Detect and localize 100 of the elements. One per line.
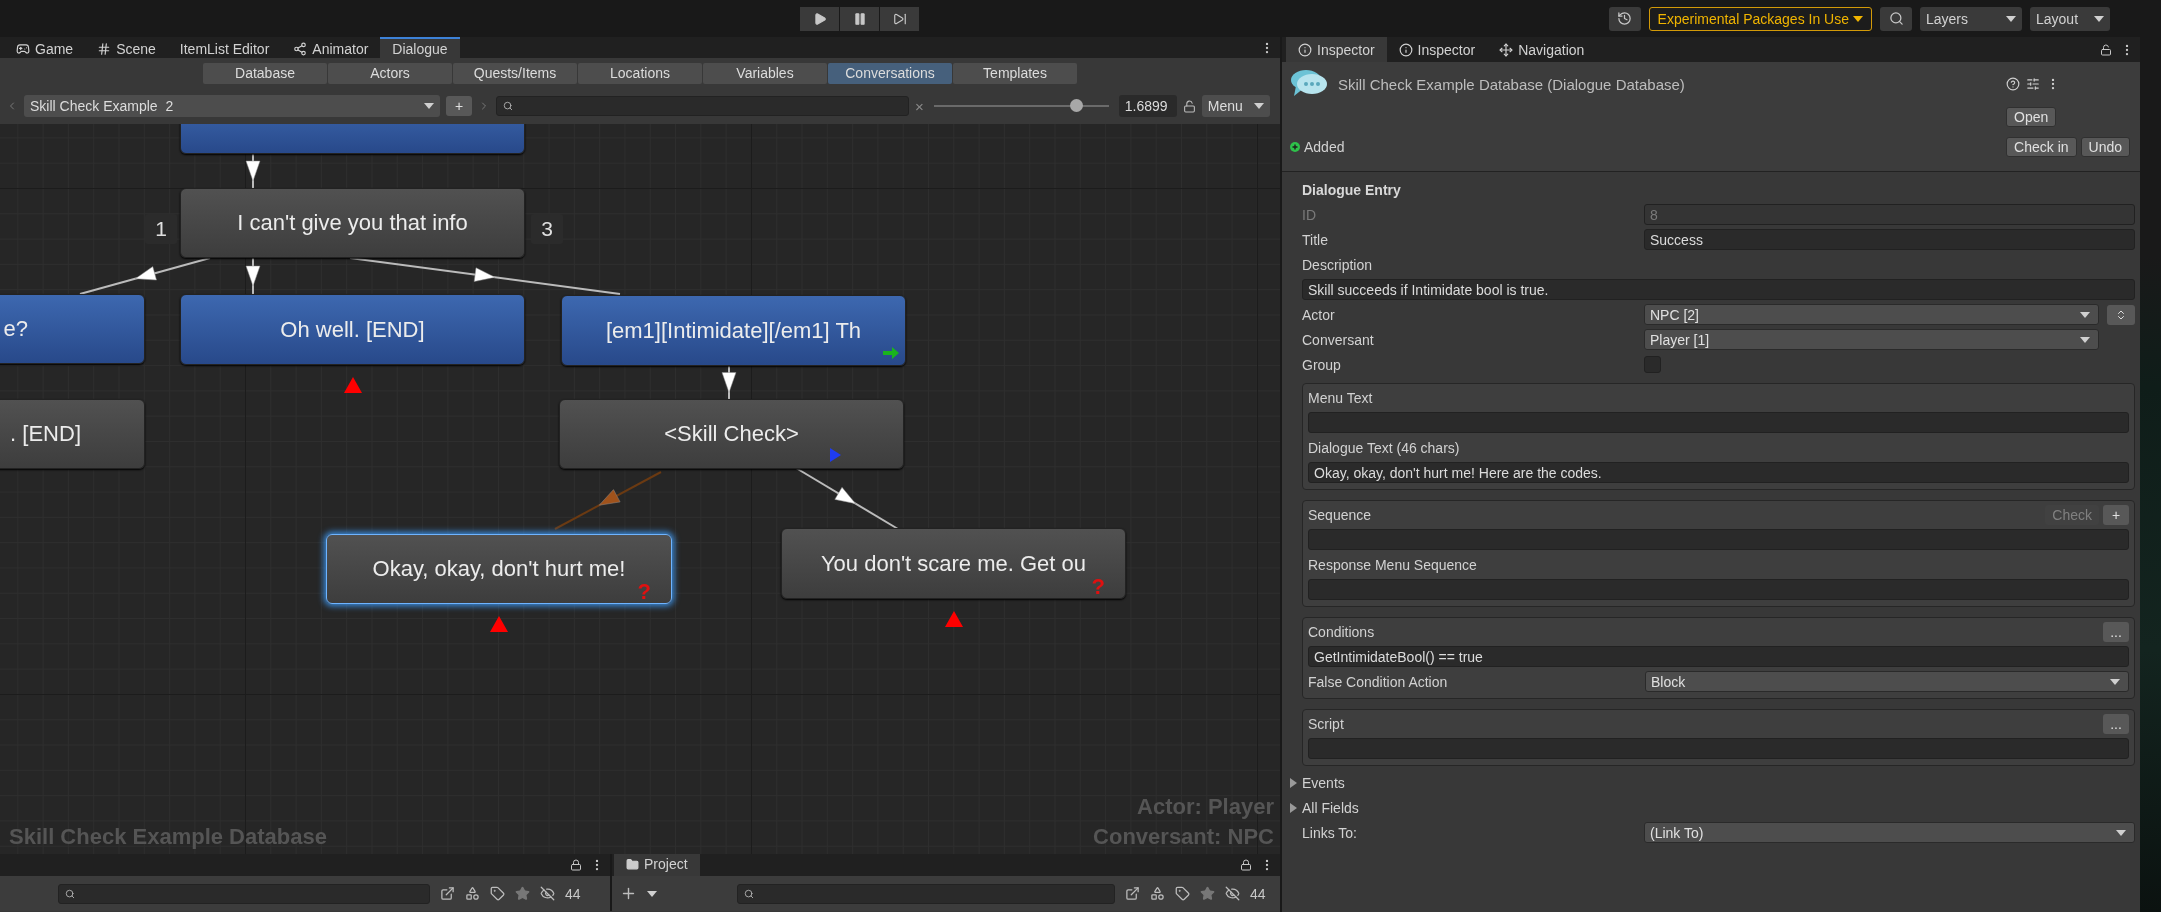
field-label: Conversant (1302, 331, 1375, 348)
editor-tab[interactable]: Dialogue (380, 37, 460, 58)
editor-tab[interactable]: Animator (281, 37, 381, 58)
stepper-button[interactable] (2107, 304, 2135, 325)
layers-dropdown[interactable]: Layers (1920, 6, 2022, 31)
play-button[interactable] (800, 6, 839, 31)
conversation-node[interactable]: You don't scare me. Get ou ? (781, 528, 1126, 599)
external-window-icon[interactable] (440, 886, 455, 901)
conversation-node[interactable]: Okay, okay, don't hurt me! ? (326, 534, 672, 604)
conversation-node[interactable]: e? (0, 294, 145, 364)
pause-button[interactable] (840, 6, 879, 31)
collapsed-arrow-icon[interactable] (1288, 802, 1298, 813)
dropdown[interactable]: Player [1] (1644, 329, 2099, 350)
inspector-tab[interactable]: Inspector (1286, 37, 1387, 62)
open-button[interactable]: Open (2006, 107, 2057, 127)
help-icon[interactable] (2006, 77, 2021, 91)
conversation-dropdown[interactable]: Skill Check Example 2 (24, 95, 440, 117)
branch-number: 1 (145, 214, 177, 244)
text-field[interactable] (1308, 579, 2129, 600)
search-field[interactable] (58, 883, 430, 904)
foldout-label[interactable]: All Fields (1302, 799, 1359, 816)
field-label: ID (1302, 206, 1317, 223)
text-field[interactable] (1308, 412, 2129, 433)
lock-icon[interactable] (1240, 859, 1252, 871)
experimental-packages-button[interactable]: Experimental Packages In Use (1648, 6, 1872, 31)
search-icon (744, 888, 754, 899)
check-in-button[interactable]: Check in (2006, 137, 2077, 157)
field-label: False Condition Action (1308, 673, 1449, 690)
foldout-label[interactable]: Events (1302, 774, 1345, 791)
pause-icon (852, 11, 867, 26)
conversation-node[interactable]: <Skill Check> (559, 399, 904, 469)
undo-button[interactable]: Undo (2080, 137, 2130, 157)
search-button[interactable] (1880, 6, 1912, 31)
dropdown[interactable]: Block (1645, 671, 2129, 692)
editor-tab[interactable]: ItemList Editor (167, 37, 282, 58)
clear-search-button[interactable]: × (915, 97, 924, 115)
field-label: Dialogue Text (46 chars) (1308, 439, 1460, 456)
section-tab[interactable]: Locations (578, 62, 702, 84)
folder-icon (626, 857, 639, 871)
star-icon[interactable] (515, 886, 530, 901)
caret-icon (2006, 15, 2016, 22)
step-button[interactable] (880, 6, 919, 31)
hidden-eye-icon[interactable] (540, 886, 555, 901)
tag-icon[interactable] (1175, 886, 1190, 901)
section-tab[interactable]: Templates (953, 62, 1077, 84)
slider-thumb[interactable] (1069, 99, 1083, 112)
hidden-eye-icon[interactable] (1225, 886, 1240, 901)
step-icon (892, 11, 907, 26)
menu-dropdown[interactable]: Menu (1201, 95, 1270, 117)
search-field[interactable] (496, 96, 909, 116)
text-field[interactable]: GetIntimidateBool() == true (1308, 646, 2129, 667)
text-field[interactable] (1308, 738, 2129, 759)
section-tab[interactable]: Conversations (828, 62, 952, 84)
section-tab[interactable]: Quests/Items (453, 62, 577, 84)
text-field[interactable]: Skill succeeds if Intimidate bool is true. (1302, 279, 2135, 300)
star-icon[interactable] (1200, 886, 1215, 901)
external-window-icon[interactable] (1125, 886, 1140, 901)
collapsed-arrow-icon[interactable] (1288, 777, 1298, 788)
layout-dropdown[interactable]: Layout (2030, 6, 2110, 31)
text-field[interactable]: Success (1644, 229, 2135, 250)
shapes-icon[interactable] (465, 886, 480, 901)
zoom-value-field[interactable]: 1.6899 (1118, 95, 1177, 117)
caret-icon (2110, 678, 2120, 685)
shapes-icon[interactable] (1150, 886, 1165, 901)
section-tab[interactable]: Database (203, 62, 327, 84)
project-tab[interactable]: Project (614, 852, 700, 876)
small-button[interactable]: + (2103, 504, 2129, 525)
text-field[interactable]: Okay, okay, don't hurt me! Here are the codes. (1308, 462, 2129, 483)
text-field[interactable] (1308, 529, 2129, 550)
search-icon (1888, 11, 1904, 26)
editor-tab[interactable]: Game (4, 37, 86, 58)
small-button[interactable]: ... (2103, 621, 2129, 642)
inspector-tab[interactable]: Inspector (1386, 37, 1488, 62)
lock-icon[interactable] (2100, 43, 2112, 56)
dropdown[interactable]: NPC [2] (1644, 304, 2099, 325)
lock-icon[interactable] (1182, 99, 1196, 113)
conversation-node[interactable]: [em1][Intimidate][/em1] Th (561, 295, 906, 366)
gamepad-icon (16, 41, 30, 56)
section-tab[interactable]: Actors (328, 62, 452, 84)
caret-icon (2094, 15, 2104, 22)
history-button[interactable] (1608, 6, 1641, 31)
small-button[interactable]: ... (2103, 713, 2129, 734)
dropdown[interactable]: (Link To) (1644, 822, 2135, 843)
conversation-node[interactable]: I can't give you that info (180, 188, 525, 258)
grid-icon (97, 41, 112, 56)
inspector-tab[interactable]: Navigation (1487, 37, 1597, 62)
tag-icon[interactable] (490, 886, 505, 901)
conversation-node[interactable]: . [END] (0, 399, 145, 469)
status-label: Added (1304, 139, 1345, 155)
section-tab[interactable]: Variables (703, 62, 827, 84)
caret-icon (1253, 103, 1264, 109)
editor-tab[interactable]: Scene (85, 37, 168, 58)
settings-icon[interactable] (2026, 77, 2041, 91)
add-button[interactable]: + (446, 96, 472, 116)
lock-icon[interactable] (570, 859, 582, 871)
search-field[interactable] (737, 883, 1115, 904)
add-icon[interactable] (620, 885, 637, 902)
caret-icon (2080, 336, 2090, 343)
connector-arrow (245, 257, 261, 295)
conversation-node[interactable]: Oh well. [END] (180, 294, 525, 365)
